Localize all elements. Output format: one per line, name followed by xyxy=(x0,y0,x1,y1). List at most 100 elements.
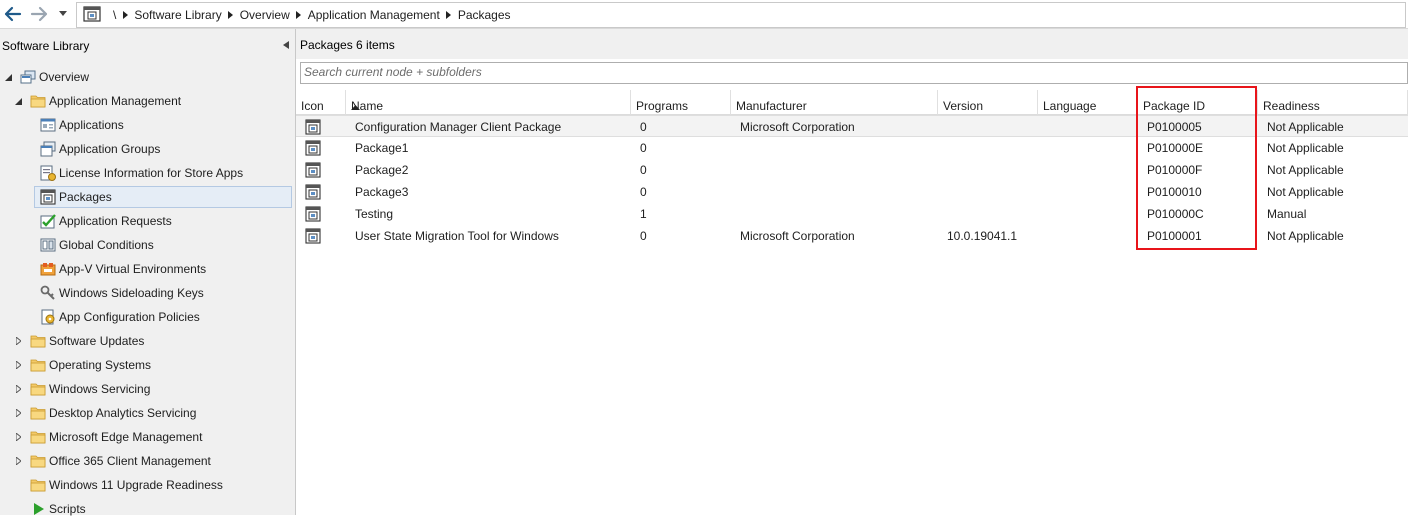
package-icon xyxy=(305,228,321,247)
breadcrumb-separator-icon[interactable] xyxy=(290,11,308,19)
sidebar-item-app-v-virtual-environments[interactable]: App-V Virtual Environments xyxy=(0,258,295,280)
collapse-pane-icon[interactable] xyxy=(283,41,289,49)
tree-collapsed-icon[interactable] xyxy=(13,456,23,466)
cell-readiness: Not Applicable xyxy=(1267,120,1344,134)
breadcrumb[interactable]: \ Software Library Overview Application Man… xyxy=(76,2,1406,28)
sidebar-item-packages[interactable]: Packages xyxy=(0,186,295,208)
breadcrumb-separator-icon[interactable] xyxy=(222,11,240,19)
sidebar-item-desktop-analytics-servicing[interactable]: Desktop Analytics Servicing xyxy=(0,402,295,424)
breadcrumb-item[interactable]: Application Management xyxy=(308,8,440,22)
folder-icon xyxy=(30,93,46,109)
requests-icon xyxy=(40,213,56,229)
breadcrumb-separator-icon[interactable] xyxy=(440,11,458,19)
sidebar-item-windows-servicing[interactable]: Windows Servicing xyxy=(0,378,295,400)
breadcrumb-item[interactable]: Packages xyxy=(458,8,511,22)
column-header-manufacturer[interactable]: Manufacturer xyxy=(731,90,938,115)
sidebar-item-label: Software Updates xyxy=(49,334,145,348)
sidebar-item-application-groups[interactable]: Application Groups xyxy=(0,138,295,160)
sidebar-item-label: Windows 11 Upgrade Readiness xyxy=(49,478,223,492)
sidebar-item-label: Scripts xyxy=(49,502,86,516)
column-header-label: Version xyxy=(943,99,984,113)
column-header-icon[interactable]: Icon xyxy=(296,90,346,115)
cell-name: Package2 xyxy=(355,163,409,177)
tree-expanded-icon[interactable] xyxy=(13,96,23,106)
tree-expanded-icon[interactable] xyxy=(3,72,13,82)
breadcrumb-item[interactable]: Software Library xyxy=(134,8,221,22)
column-header-programs[interactable]: Programs xyxy=(631,90,731,115)
chevron-down-icon xyxy=(59,11,67,16)
package-icon xyxy=(40,189,56,205)
back-button[interactable] xyxy=(2,3,24,25)
sidebar-item-operating-systems[interactable]: Operating Systems xyxy=(0,354,295,376)
content-header: Packages 6 items xyxy=(296,29,1408,59)
column-header-label: Readiness xyxy=(1263,99,1320,113)
sidebar-item-office-365-client-management[interactable]: Office 365 Client Management xyxy=(0,450,295,472)
sidebar-item-label: Application Requests xyxy=(59,214,172,228)
folder-icon xyxy=(30,453,46,469)
sidebar-item-label: Operating Systems xyxy=(49,358,152,372)
search-input[interactable] xyxy=(301,63,1408,81)
sidebar-item-windows-11-upgrade-readiness[interactable]: Windows 11 Upgrade Readiness xyxy=(0,474,295,496)
sidebar-item-label: App-V Virtual Environments xyxy=(59,262,207,276)
sidebar-item-label: Overview xyxy=(39,70,90,84)
breadcrumb-separator-icon[interactable] xyxy=(116,11,134,19)
breadcrumb-items: \ Software Library Overview Application Man… xyxy=(113,3,511,27)
folder-icon xyxy=(30,429,46,445)
folder-icon xyxy=(30,333,46,349)
tree-collapsed-icon[interactable] xyxy=(13,432,23,442)
tree-collapsed-icon[interactable] xyxy=(13,360,23,370)
sidebar-item-scripts[interactable]: Scripts xyxy=(0,498,295,520)
sidebar-item-overview[interactable]: Overview xyxy=(0,66,295,88)
sidebar-item-app-configuration-policies[interactable]: App Configuration Policies xyxy=(0,306,295,328)
cell-readiness: Not Applicable xyxy=(1267,185,1344,199)
column-header-label: Manufacturer xyxy=(736,99,807,113)
cell-manufacturer: Microsoft Corporation xyxy=(740,120,855,134)
sidebar-item-application-management[interactable]: Application Management xyxy=(0,90,295,112)
conditions-icon xyxy=(40,237,56,253)
tree-collapsed-icon[interactable] xyxy=(13,336,23,346)
folder-icon xyxy=(30,405,46,421)
sidebar-item-microsoft-edge-management[interactable]: Microsoft Edge Management xyxy=(0,426,295,448)
tree-collapsed-icon[interactable] xyxy=(13,408,23,418)
sidebar-item-label: Global Conditions xyxy=(59,238,154,252)
column-header-label: Programs xyxy=(636,99,689,113)
sidebar-item-label: Windows Servicing xyxy=(49,382,151,396)
pane-title: Software Library xyxy=(2,39,90,53)
sort-ascending-icon xyxy=(351,99,360,113)
sidebar-item-applications[interactable]: Applications xyxy=(0,114,295,136)
column-header-label: Icon xyxy=(301,99,324,113)
cell-readiness: Not Applicable xyxy=(1267,229,1344,243)
sidebar-item-label: Packages xyxy=(59,190,112,204)
cell-name: Configuration Manager Client Package xyxy=(355,120,562,134)
sidebar-item-label: Windows Sideloading Keys xyxy=(59,286,204,300)
page-title: Packages 6 items xyxy=(300,38,395,52)
package-icon xyxy=(305,184,321,203)
breadcrumb-item[interactable]: Overview xyxy=(240,8,290,22)
column-header-version[interactable]: Version xyxy=(938,90,1038,115)
folder-icon xyxy=(30,477,46,493)
column-header-readiness[interactable]: Readiness xyxy=(1258,90,1408,115)
sidebar-item-label: License Information for Store Apps xyxy=(59,166,244,180)
overview-icon xyxy=(20,69,36,85)
cell-programs: 0 xyxy=(640,163,647,177)
sidebar-item-label: Application Management xyxy=(49,94,182,108)
license-icon xyxy=(40,165,56,181)
sidebar-item-license-information-for-store-apps[interactable]: License Information for Store Apps xyxy=(0,162,295,184)
history-dropdown-button[interactable] xyxy=(54,3,72,25)
arrow-right-icon xyxy=(30,6,48,22)
sidebar-item-label: Application Groups xyxy=(59,142,161,156)
sidebar-item-label: Microsoft Edge Management xyxy=(49,430,203,444)
sidebar-item-application-requests[interactable]: Application Requests xyxy=(0,210,295,232)
cell-readiness: Manual xyxy=(1267,207,1307,221)
cell-name: Package1 xyxy=(355,141,409,155)
tree-collapsed-icon[interactable] xyxy=(13,384,23,394)
column-header-name[interactable]: Name xyxy=(346,90,631,115)
search-box[interactable] xyxy=(300,62,1408,84)
sidebar-item-software-updates[interactable]: Software Updates xyxy=(0,330,295,352)
column-header-language[interactable]: Language xyxy=(1038,90,1138,115)
cell-name: Package3 xyxy=(355,185,409,199)
sidebar-item-windows-sideloading-keys[interactable]: Windows Sideloading Keys xyxy=(0,282,295,304)
sidebar-item-global-conditions[interactable]: Global Conditions xyxy=(0,234,295,256)
forward-button[interactable] xyxy=(28,3,50,25)
package-icon xyxy=(83,6,101,22)
